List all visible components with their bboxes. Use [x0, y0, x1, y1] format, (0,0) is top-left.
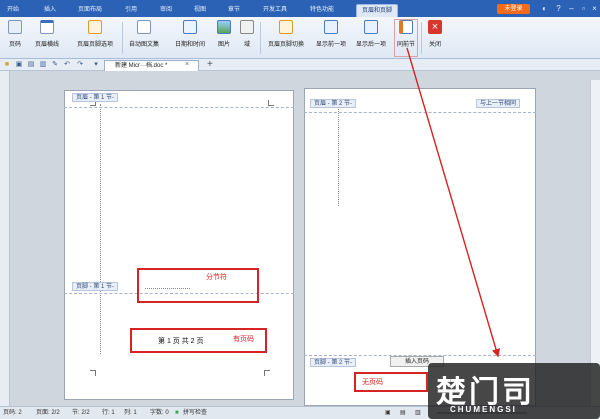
full-screen-icon[interactable]: ▣ — [385, 407, 391, 419]
status-row: 行: 1 — [102, 410, 115, 416]
annotation-arrow — [406, 47, 501, 358]
arrow-line — [406, 47, 501, 358]
status-col: 列: 1 — [124, 410, 137, 416]
status-words: 字数: 0 — [150, 410, 169, 416]
watermark-subtitle: CHUMENGSI — [450, 405, 517, 414]
spellcheck-label[interactable]: 拼写检查 — [183, 407, 207, 419]
watermark-logo: 楚门司 CHUMENGSI — [428, 363, 600, 419]
page-view-icon[interactable]: ▤ — [400, 407, 406, 419]
vertical-scrollbar[interactable] — [590, 80, 600, 406]
web-view-icon[interactable]: ▥ — [415, 407, 421, 419]
spellcheck-icon[interactable]: ■ — [175, 407, 179, 419]
status-page: 页码: 2 — [3, 410, 22, 416]
status-section: 节: 2/2 — [72, 410, 90, 416]
status-pages: 页面: 2/2 — [36, 410, 60, 416]
